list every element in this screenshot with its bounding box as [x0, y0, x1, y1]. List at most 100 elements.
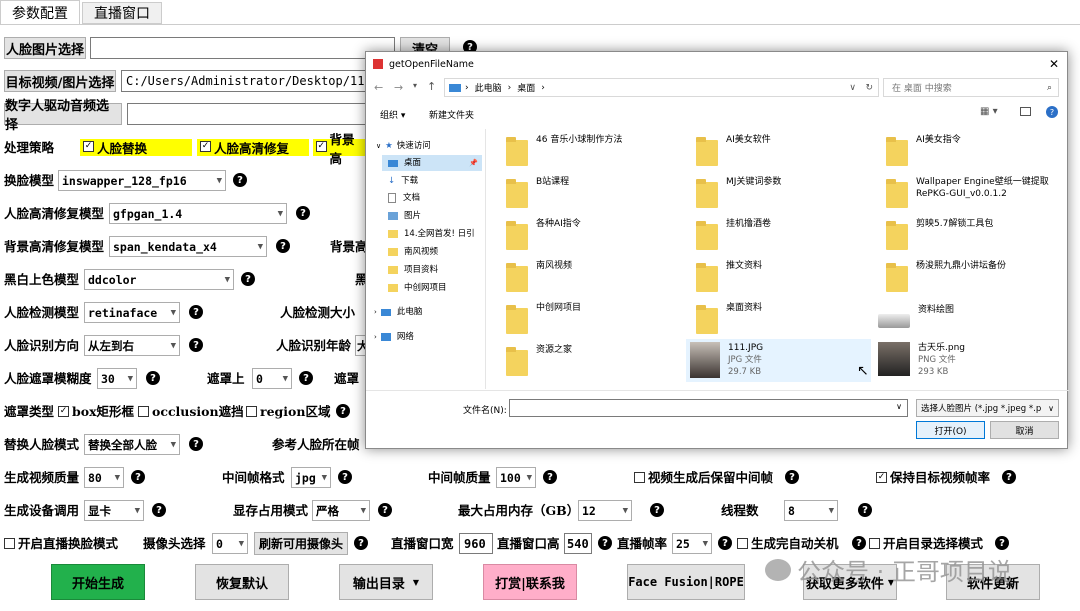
start-button[interactable]: 开始生成 — [51, 564, 145, 600]
target-video-button[interactable]: 目标视频/图片选择 — [4, 70, 116, 92]
swap-model-select[interactable]: inswapper_128_fp16 ▼ — [58, 170, 226, 191]
replace-mode-select[interactable]: 替换全部人脸 ▼ — [84, 434, 180, 455]
preview-pane-icon[interactable] — [1020, 107, 1031, 116]
help-icon[interactable]: ? — [189, 338, 203, 352]
face-image-path[interactable] — [90, 37, 395, 59]
breadcrumb-dropdown-icon[interactable]: ∨ — [849, 83, 856, 93]
tree-this-pc[interactable]: › 此电脑 — [374, 304, 422, 320]
face-image-button[interactable]: 人脸图片选择 — [4, 37, 86, 59]
tree-folder[interactable]: 项目资料 — [388, 262, 438, 278]
organize-button[interactable]: 组织 ▾ — [380, 108, 405, 121]
strategy-bg-enhance[interactable]: ✓ 背景高 — [313, 132, 365, 166]
search-box[interactable]: 在 桌面 中搜索 ⌕ — [883, 78, 1059, 97]
tab-live[interactable]: 直播窗口 — [82, 2, 162, 24]
color-model-select[interactable]: ddcolor ▼ — [84, 269, 234, 290]
help-icon[interactable]: ? — [1002, 470, 1016, 484]
mid-quality-select[interactable]: 100 ▼ — [496, 467, 536, 488]
help-icon[interactable]: ? — [785, 470, 799, 484]
strategy-face-enhance[interactable]: ✓ 人脸高清修复 — [197, 139, 309, 156]
chevron-down-icon[interactable]: ∨ — [896, 402, 902, 411]
help-icon[interactable]: ? — [299, 371, 313, 385]
maxmem-select[interactable]: 12 ▼ — [578, 500, 632, 521]
help-icon[interactable]: ? — [378, 503, 392, 517]
strategy-face-swap[interactable]: ✓ 人脸替换 — [80, 139, 192, 156]
win-w-input[interactable]: 960 — [459, 533, 493, 554]
help-icon[interactable]: ? — [995, 536, 1009, 550]
file-item[interactable]: 桌面资料 — [696, 302, 762, 334]
recog-dir-select[interactable]: 从左到右 ▼ — [84, 335, 180, 356]
help-icon[interactable]: ? — [852, 536, 866, 550]
file-item-selected[interactable]: 111.JPG JPG 文件 29.7 KB — [686, 339, 871, 382]
file-item[interactable]: AI美女指令 — [886, 134, 961, 166]
enhance-model-select[interactable]: gfpgan_1.4 ▼ — [109, 203, 287, 224]
help-icon[interactable]: ? — [718, 536, 732, 550]
face-fusion-button[interactable]: Face Fusion|ROPE — [627, 564, 745, 600]
fps-select[interactable]: 25 ▼ — [672, 533, 712, 554]
help-icon[interactable]: ? — [233, 173, 247, 187]
help-icon[interactable]: ? — [543, 470, 557, 484]
threads-select[interactable]: 8 ▼ — [784, 500, 838, 521]
mid-fmt-select[interactable]: jpg ▼ — [291, 467, 331, 488]
file-item[interactable]: 剪映5.7解锁工具包 — [886, 218, 993, 250]
cancel-button[interactable]: 取消 — [990, 421, 1059, 439]
tree-pictures[interactable]: 图片 — [388, 208, 421, 224]
tab-params[interactable]: 参数配置 — [0, 0, 80, 24]
file-item[interactable]: Wallpaper Engine壁纸一键提取RePKG-GUI_v0.0.1.2 — [886, 176, 1061, 208]
help-icon[interactable]: ? — [276, 239, 290, 253]
help-icon[interactable]: ? — [336, 404, 350, 418]
breadcrumb[interactable]: › 此电脑 › 桌面 › ∨ ↻ — [444, 78, 879, 97]
mask-type-box[interactable]: ✓ box矩形框 — [58, 404, 134, 420]
help-icon[interactable]: ? — [241, 272, 255, 286]
quality-select[interactable]: 80 ▼ — [84, 467, 124, 488]
tree-network[interactable]: › 网络 — [374, 329, 414, 345]
help-icon[interactable]: ? — [131, 470, 145, 484]
crumb-pc[interactable]: 此电脑 — [475, 81, 502, 94]
output-dir-button[interactable]: 输出目录 ▼ — [339, 564, 433, 600]
tree-documents[interactable]: 文档 — [388, 190, 420, 206]
refresh-cam-button[interactable]: 刷新可用摄像头 — [254, 532, 348, 555]
tree-desktop[interactable]: 桌面 📌 — [382, 155, 482, 171]
close-icon[interactable]: ✕ — [1049, 57, 1059, 71]
file-item[interactable]: 杨浚熙九鼎小讲坛备份 — [886, 260, 1006, 292]
help-icon[interactable]: ? — [338, 470, 352, 484]
file-item[interactable]: B站课程 — [506, 176, 569, 208]
bg-model-select[interactable]: span_kendata_x4 ▼ — [109, 236, 267, 257]
help-icon[interactable]: ? — [354, 536, 368, 550]
file-item[interactable]: 中创网项目 — [506, 302, 581, 334]
reset-button[interactable]: 恢复默认 — [195, 564, 289, 600]
live-mode-checkbox[interactable]: 开启直播换脸模式 — [4, 536, 118, 552]
device-select[interactable]: 显卡 ▼ — [84, 500, 144, 521]
help-icon[interactable]: ? — [152, 503, 166, 517]
target-path-input[interactable]: C:/Users/Administrator/Desktop/111.m — [121, 70, 371, 92]
view-options-icon[interactable]: ▦ ▾ — [980, 106, 998, 117]
help-icon[interactable]: ? — [598, 536, 612, 550]
file-item[interactable]: AI美女软件 — [696, 134, 771, 166]
nav-recent-icon[interactable]: ▾ — [413, 81, 417, 90]
win-h-input[interactable]: 540 — [564, 533, 592, 554]
help-icon[interactable]: ? — [189, 305, 203, 319]
tree-folder[interactable]: 14.全网首发! 日引 — [388, 226, 475, 242]
nav-forward-icon[interactable]: → — [394, 81, 403, 94]
cam-select[interactable]: 0 ▼ — [212, 533, 248, 554]
audio-path-input[interactable] — [127, 103, 367, 125]
donate-button[interactable]: 打赏|联系我 — [483, 564, 577, 600]
new-folder-button[interactable]: 新建文件夹 — [429, 108, 474, 121]
help-icon[interactable]: ? — [650, 503, 664, 517]
file-item[interactable]: 资料绘图 — [878, 302, 954, 328]
mask-type-occlusion[interactable]: occlusion遮挡 — [138, 404, 244, 420]
filename-input[interactable]: ∨ — [509, 399, 908, 417]
dirsel-checkbox[interactable]: 开启目录选择模式 — [869, 536, 983, 552]
file-item[interactable]: 古天乐.png PNG 文件 293 KB — [878, 342, 965, 378]
file-item[interactable]: 推文资料 — [696, 260, 762, 292]
help-icon[interactable]: ? — [1046, 106, 1058, 118]
file-item[interactable]: MJ关键词参数 — [696, 176, 781, 208]
file-item[interactable]: 各种AI指令 — [506, 218, 581, 250]
detect-model-select[interactable]: retinaface ▼ — [84, 302, 180, 323]
shutdown-checkbox[interactable]: 生成完自动关机 — [737, 536, 839, 552]
help-icon[interactable]: ? — [296, 206, 310, 220]
vram-select[interactable]: 严格 ▼ — [312, 500, 370, 521]
help-icon[interactable]: ? — [189, 437, 203, 451]
file-item[interactable]: 挂机撸酒卷 — [696, 218, 771, 250]
refresh-icon[interactable]: ↻ — [865, 83, 873, 93]
keep-mid-checkbox[interactable]: 视频生成后保留中间帧 — [634, 470, 773, 486]
